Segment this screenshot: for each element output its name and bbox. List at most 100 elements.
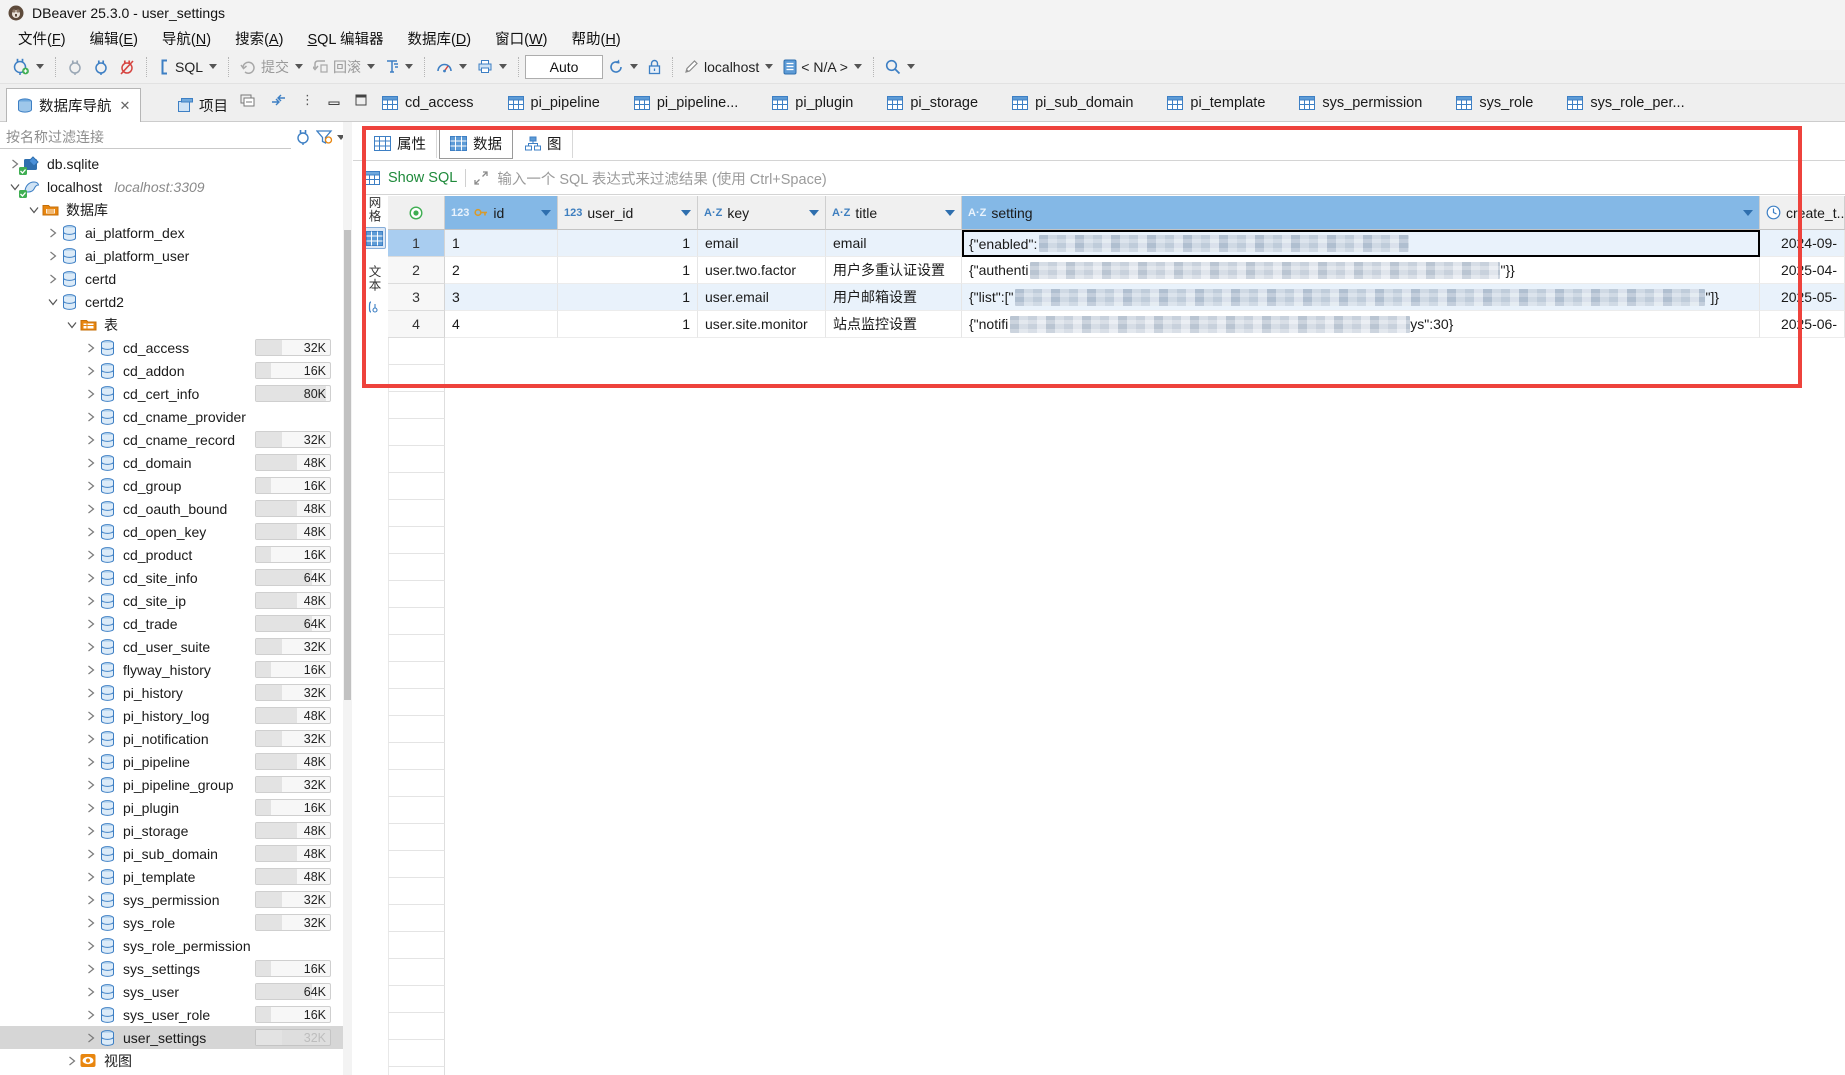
reconnect-button[interactable] [88, 56, 114, 78]
tree-item-ai_platform_dex[interactable]: ai_platform_dex [0, 221, 343, 244]
tree-item-cd_access[interactable]: cd_access32K [0, 336, 343, 359]
editor-tab-pi_sub_domain[interactable]: pi_sub_domain [1008, 84, 1137, 121]
grid-presentation-icon[interactable] [362, 227, 386, 249]
empty-row-cell[interactable] [388, 851, 445, 878]
empty-row-cell[interactable] [388, 770, 445, 797]
tree-item-pi_pipeline[interactable]: pi_pipeline48K [0, 750, 343, 773]
chevron-right-icon[interactable] [84, 341, 98, 355]
tree-item-sys_settings[interactable]: sys_settings16K [0, 957, 343, 980]
tree-item-cd_trade[interactable]: cd_trade64K [0, 612, 343, 635]
tree-item-表[interactable]: 表 [0, 313, 343, 336]
chevron-down-icon[interactable] [65, 318, 79, 332]
connection-filter-input[interactable] [0, 125, 291, 149]
tree-item-视图[interactable]: 视图 [0, 1049, 343, 1072]
empty-row-cell[interactable] [388, 1040, 445, 1067]
empty-row-cell[interactable] [388, 959, 445, 986]
tree-item-pi_notification[interactable]: pi_notification32K [0, 727, 343, 750]
result-tab-属性[interactable]: 属性 [364, 129, 437, 158]
maximize-icon[interactable] [355, 94, 368, 106]
chevron-right-icon[interactable] [84, 640, 98, 654]
chevron-right-icon[interactable] [84, 617, 98, 631]
tree-item-cd_addon[interactable]: cd_addon16K [0, 359, 343, 382]
column-header-title[interactable]: A·Ztitle [826, 196, 962, 230]
connect-button[interactable] [62, 56, 88, 78]
presentation-网格-label[interactable]: 网格 [365, 196, 384, 223]
tree-item-certd2[interactable]: certd2 [0, 290, 343, 313]
cell-title[interactable]: 用户多重认证设置 [826, 257, 962, 284]
schema-selector-caret[interactable] [854, 64, 862, 69]
tree-item-cd_site_ip[interactable]: cd_site_ip48K [0, 589, 343, 612]
empty-row-cell[interactable] [388, 824, 445, 851]
cell-key[interactable]: user.two.factor [698, 257, 826, 284]
row-number-cell[interactable]: 3 [388, 284, 445, 311]
cell-key[interactable]: user.email [698, 284, 826, 311]
cell-title[interactable]: 站点监控设置 [826, 311, 962, 338]
column-header-key[interactable]: A·Zkey [698, 196, 826, 230]
cell-create-time[interactable]: 2025-06- [1760, 311, 1845, 338]
tree-item-pi_sub_domain[interactable]: pi_sub_domain48K [0, 842, 343, 865]
chevron-right-icon[interactable] [84, 502, 98, 516]
empty-row-cell[interactable] [388, 743, 445, 770]
tree-item-sys_user_role[interactable]: sys_user_role16K [0, 1003, 343, 1026]
chevron-right-icon[interactable] [84, 663, 98, 677]
link-with-editor-icon[interactable] [270, 93, 287, 107]
connection-selector[interactable]: localhost [679, 56, 778, 78]
cell-setting[interactable]: {"enabled": [962, 230, 1760, 257]
empty-row-cell[interactable] [388, 1067, 445, 1075]
rollback-button[interactable]: 回滚 [308, 54, 380, 80]
empty-row-cell[interactable] [388, 473, 445, 500]
sidebar-scrollbar[interactable] [343, 122, 352, 1075]
tree-item-cd_open_key[interactable]: cd_open_key48K [0, 520, 343, 543]
sql-editor-button[interactable]: SQL [153, 56, 222, 78]
tree-item-数据库[interactable]: 数据库 [0, 198, 343, 221]
chevron-right-icon[interactable] [46, 226, 60, 240]
chevron-right-icon[interactable] [84, 594, 98, 608]
tree-item-localhost[interactable]: localhostlocalhost:3309 [0, 175, 343, 198]
tree-item-cd_cert_info[interactable]: cd_cert_info80K [0, 382, 343, 405]
empty-row-cell[interactable] [388, 689, 445, 716]
expand-filter-icon[interactable] [474, 171, 489, 185]
lock-button[interactable] [643, 56, 666, 78]
empty-row-cell[interactable] [388, 662, 445, 689]
empty-row-cell[interactable] [388, 527, 445, 554]
view-menu-icon[interactable]: ⋮ [301, 92, 314, 108]
empty-row-cell[interactable] [388, 986, 445, 1013]
transaction-log-button[interactable] [380, 56, 418, 77]
filter-objects-icon[interactable] [316, 129, 333, 145]
column-filter-caret[interactable] [945, 210, 955, 216]
column-filter-caret[interactable] [809, 210, 819, 216]
connection-selector-caret[interactable] [765, 64, 773, 69]
chevron-right-icon[interactable] [84, 364, 98, 378]
chevron-right-icon[interactable] [84, 433, 98, 447]
cell-title[interactable]: 用户邮箱设置 [826, 284, 962, 311]
empty-row-cell[interactable] [388, 581, 445, 608]
chevron-right-icon[interactable] [84, 525, 98, 539]
tree-item-certd[interactable]: certd [0, 267, 343, 290]
chevron-right-icon[interactable] [84, 410, 98, 424]
tree-item-sys_permission[interactable]: sys_permission32K [0, 888, 343, 911]
menu-item-4[interactable]: SQL 编辑器 [295, 26, 395, 51]
tree-item-cd_domain[interactable]: cd_domain48K [0, 451, 343, 474]
menu-item-7[interactable]: 帮助(H) [560, 26, 633, 51]
cell-setting[interactable]: {"list":[""]} [962, 284, 1760, 311]
tree-item-pi_pipeline_group[interactable]: pi_pipeline_group32K [0, 773, 343, 796]
row-number-cell[interactable]: 1 [388, 230, 445, 257]
row-number-cell[interactable]: 2 [388, 257, 445, 284]
chevron-right-icon[interactable] [84, 479, 98, 493]
cell-id[interactable]: 4 [445, 311, 558, 338]
tree-item-cd_cname_provider[interactable]: cd_cname_provider [0, 405, 343, 428]
close-icon[interactable]: ✕ [120, 98, 131, 114]
tree-item-ai_platform_user[interactable]: ai_platform_user [0, 244, 343, 267]
cell-user-id[interactable]: 1 [558, 284, 698, 311]
minimize-icon[interactable] [328, 94, 341, 106]
chevron-right-icon[interactable] [84, 962, 98, 976]
chevron-right-icon[interactable] [84, 824, 98, 838]
empty-row-cell[interactable] [388, 608, 445, 635]
cell-create-time[interactable]: 2025-05- [1760, 284, 1845, 311]
chevron-right-icon[interactable] [84, 686, 98, 700]
autocommit-combo[interactable]: Auto [525, 55, 603, 79]
row-number-cell[interactable]: 4 [388, 311, 445, 338]
tree-item-flyway_history[interactable]: flyway_history16K [0, 658, 343, 681]
tree-item-pi_plugin[interactable]: pi_plugin16K [0, 796, 343, 819]
empty-row-cell[interactable] [388, 500, 445, 527]
